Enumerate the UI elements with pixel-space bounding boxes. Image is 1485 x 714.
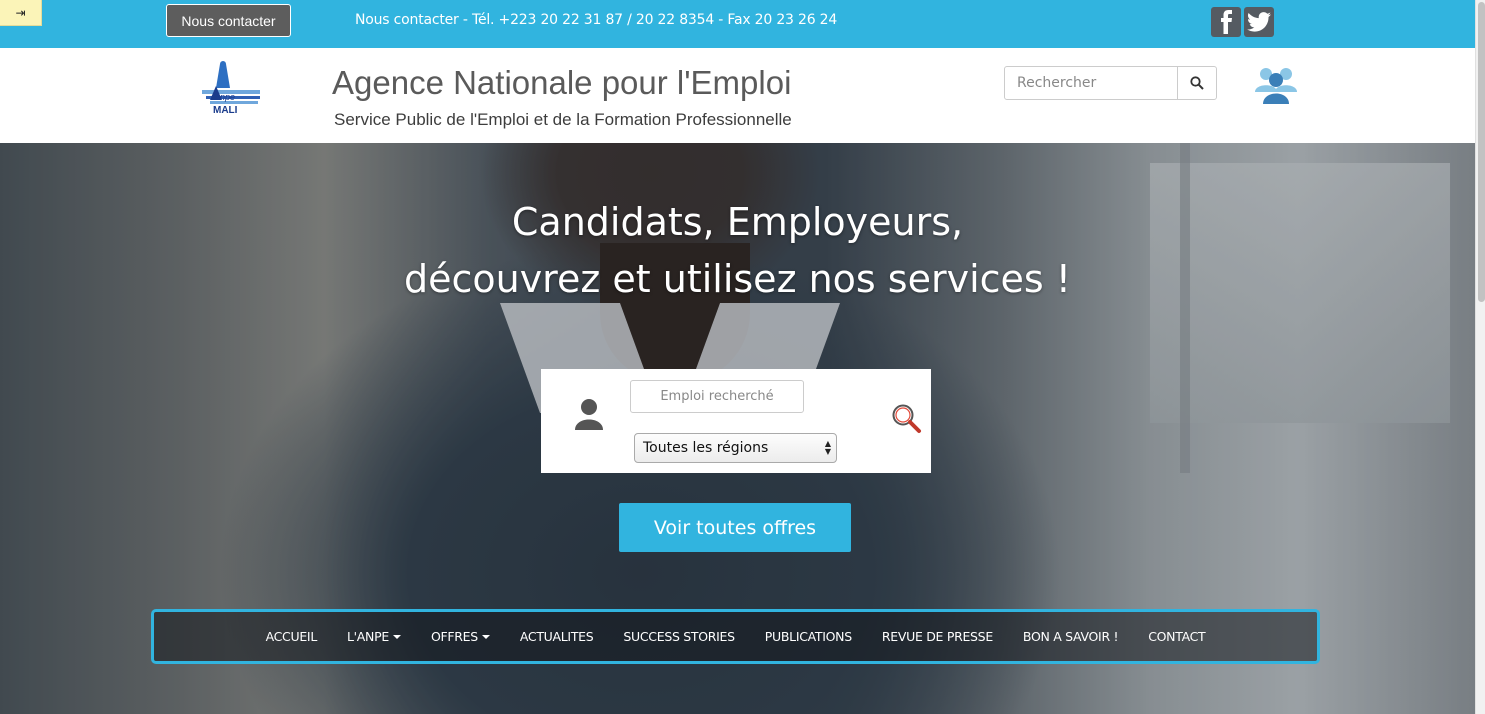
site-title: Agence Nationale pour l'Emploi [332, 64, 792, 101]
page-scrollbar[interactable] [1475, 0, 1485, 714]
nav-item-success-stories[interactable]: SUCCESS STORIES [608, 629, 749, 644]
person-icon [575, 399, 603, 430]
contact-info-text: Nous contacter - Tél. +223 20 22 31 87 /… [355, 12, 838, 28]
magnifier-icon[interactable] [890, 402, 922, 434]
job-search-input[interactable]: Emploi recherché [630, 380, 804, 413]
caret-down-icon [481, 634, 490, 639]
nav-item-publications[interactable]: PUBLICATIONS [750, 629, 867, 644]
site-search-input[interactable]: Rechercher [1004, 66, 1179, 100]
caret-down-icon [392, 634, 401, 639]
nav-item-revue-de-presse[interactable]: REVUE DE PRESSE [867, 629, 1008, 644]
nav-item-accueil[interactable]: ACCUEIL [251, 629, 332, 644]
logo-text: MALI [213, 105, 238, 116]
nav-item-anpe[interactable]: L'ANPE [332, 629, 416, 644]
search-button[interactable] [1177, 66, 1217, 100]
users-icon[interactable] [1253, 66, 1299, 106]
nav-item-actualites[interactable]: ACTUALITES [505, 629, 609, 644]
twitter-icon[interactable] [1244, 7, 1274, 37]
region-select-value: Toutes les régions [643, 440, 769, 456]
contact-button[interactable]: Nous contacter [166, 4, 291, 37]
all-offers-button[interactable]: Voir toutes offres [619, 503, 851, 552]
svg-text:Anpe: Anpe [213, 92, 235, 102]
top-bar: ⇥ Nous contacter Nous contacter - Tél. +… [0, 0, 1475, 48]
hero-title-line1: Candidats, Employeurs, [511, 200, 964, 244]
scrollbar-thumb[interactable] [1478, 2, 1485, 302]
site-subtitle: Service Public de l'Emploi et de la Form… [334, 110, 792, 129]
hero-title-line2: découvrez et utilisez nos services ! [403, 257, 1072, 301]
tab-toggle-button[interactable]: ⇥ [0, 0, 42, 26]
nav-item-bon-a-savoir[interactable]: BON A SAVOIR ! [1008, 629, 1133, 644]
search-icon [1190, 76, 1204, 90]
facebook-icon[interactable] [1211, 7, 1241, 37]
nav-item-offres[interactable]: OFFRES [416, 629, 505, 644]
nav-item-contact[interactable]: CONTACT [1133, 629, 1220, 644]
region-select[interactable]: Toutes les régions ▲ ▼ [634, 433, 837, 463]
select-arrows-icon: ▲ ▼ [824, 439, 831, 456]
main-nav: ACCUEIL L'ANPE OFFRES ACTUALITES SUCCESS… [151, 609, 1320, 664]
